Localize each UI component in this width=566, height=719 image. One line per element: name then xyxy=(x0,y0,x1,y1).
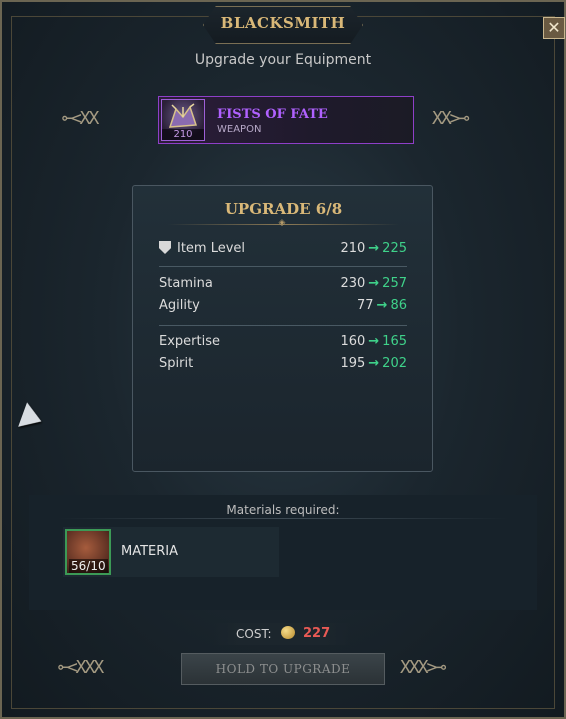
fist-weapon-icon: 210 xyxy=(161,99,205,141)
ornament-bottom-right: XXX>⊸ xyxy=(400,657,446,678)
hold-to-upgrade-button[interactable]: HOLD TO UPGRADE xyxy=(181,653,385,685)
arrow-right-icon: → xyxy=(368,334,380,349)
stat-row-stamina: Stamina 230 → 257 xyxy=(159,276,407,296)
arrow-right-icon: → xyxy=(368,276,380,291)
stat-row-item-level: Item Level 210 → 225 xyxy=(159,241,407,261)
stat-divider xyxy=(159,266,407,267)
material-slot[interactable]: 56/10 MATERIA xyxy=(63,527,279,577)
stat-label: Item Level xyxy=(177,241,246,256)
ornament-right: XX>⊸ xyxy=(432,108,469,129)
stat-new: 86 xyxy=(390,298,407,313)
stat-old: 195 xyxy=(340,356,366,371)
material-count: 56/10 xyxy=(69,559,108,573)
stat-divider xyxy=(159,325,407,326)
shield-icon xyxy=(159,241,171,254)
stat-new: 202 xyxy=(382,356,407,371)
item-level-badge: 210 xyxy=(162,129,204,140)
stat-new: 225 xyxy=(382,241,407,256)
stat-label: Expertise xyxy=(159,334,220,349)
stat-label: Spirit xyxy=(159,356,194,371)
materials-divider xyxy=(57,518,509,519)
stat-old: 210 xyxy=(340,241,366,256)
close-button[interactable]: ✕ xyxy=(543,17,565,39)
arrow-right-icon: → xyxy=(368,356,380,371)
cost-label: COST: xyxy=(236,627,272,641)
materia-icon: 56/10 xyxy=(65,529,111,575)
materials-section: Materials required: 56/10 MATERIA xyxy=(29,495,537,610)
arrow-right-icon: → xyxy=(368,241,380,256)
stat-row-expertise: Expertise 160 → 165 xyxy=(159,334,407,354)
upgrade-stats-panel: UPGRADE 6/8 ◈ Item Level 210 → 225 Stamina… xyxy=(132,185,433,472)
stat-old: 160 xyxy=(340,334,366,349)
coin-icon xyxy=(281,626,295,639)
stat-label: Stamina xyxy=(159,276,213,291)
equipment-slot[interactable]: 210 FISTS OF FATE WEAPON xyxy=(158,96,414,144)
stat-new: 165 xyxy=(382,334,407,349)
stat-new: 257 xyxy=(382,276,407,291)
cost-value: 227 xyxy=(303,626,331,641)
stat-row-spirit: Spirit 195 → 202 xyxy=(159,356,407,376)
stat-label: Agility xyxy=(159,298,200,313)
stat-old: 77 xyxy=(357,298,374,313)
window-title: BLACKSMITH xyxy=(220,14,346,32)
ornament-bottom-left: ⟜<XXX xyxy=(58,657,104,678)
arrow-right-icon: → xyxy=(376,298,388,313)
materials-header: Materials required: xyxy=(226,503,340,517)
ornament-left: ⟜<XX xyxy=(62,108,99,129)
item-name: FISTS OF FATE xyxy=(217,107,328,122)
stat-row-agility: Agility 77 → 86 xyxy=(159,298,407,318)
window-subtitle: Upgrade your Equipment xyxy=(194,52,372,68)
divider-gem-icon: ◈ xyxy=(278,218,286,228)
stat-old: 230 xyxy=(340,276,366,291)
material-name: MATERIA xyxy=(121,544,179,559)
upgrade-title: UPGRADE 6/8 xyxy=(224,200,343,218)
item-type: WEAPON xyxy=(217,124,262,135)
